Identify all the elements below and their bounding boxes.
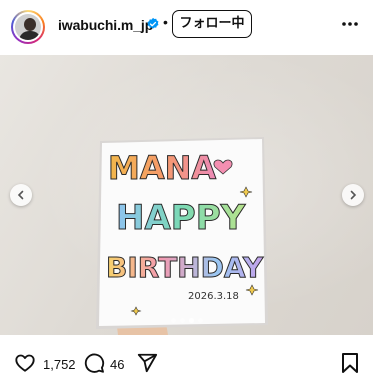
- heart-icon[interactable]: [14, 352, 36, 374]
- post-header: iwabuchi.m_jp • フォロー中: [0, 0, 373, 52]
- avatar[interactable]: [11, 10, 45, 44]
- action-bar: 1,752 46: [0, 345, 373, 378]
- carousel-prev-button[interactable]: [10, 184, 32, 206]
- post-photo[interactable]: MANA HAPPY BIRTHDAY 2026.3.18: [0, 55, 373, 335]
- more-horizontal-icon[interactable]: [340, 14, 360, 34]
- share-icon[interactable]: [136, 352, 158, 374]
- verified-badge-icon: [147, 17, 159, 29]
- carousel-dots: [171, 318, 203, 323]
- carousel-dot: [189, 318, 194, 323]
- chevron-left-icon: [17, 190, 24, 200]
- canvas-text-line3: BIRTHDAY: [106, 251, 264, 284]
- separator-dot: •: [163, 14, 168, 30]
- comment-count[interactable]: 46: [110, 357, 124, 372]
- canvas-text-line1: MANA: [108, 149, 216, 187]
- carousel-dot: [171, 318, 176, 323]
- birthday-canvas: MANA HAPPY BIRTHDAY 2026.3.18: [96, 137, 268, 329]
- username-link[interactable]: iwabuchi.m_jp: [58, 17, 153, 33]
- chevron-right-icon: [350, 190, 357, 200]
- bookmark-icon[interactable]: [340, 352, 360, 374]
- carousel-next-button[interactable]: [342, 184, 364, 206]
- following-button[interactable]: フォロー中: [172, 10, 252, 38]
- like-count[interactable]: 1,752: [43, 357, 76, 372]
- canvas-text-line2: HAPPY: [116, 198, 246, 238]
- canvas-date: 2026.3.18: [188, 291, 239, 302]
- comment-icon[interactable]: [83, 352, 105, 374]
- carousel-dot: [180, 318, 185, 323]
- carousel-dot: [198, 318, 203, 323]
